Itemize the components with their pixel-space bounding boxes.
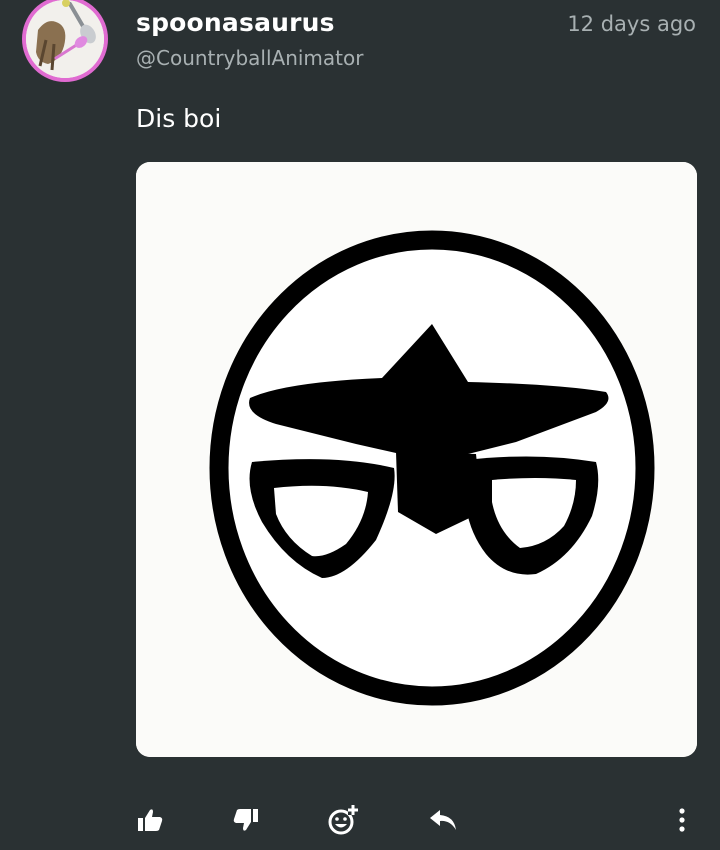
countryball-drawing-icon (136, 162, 697, 757)
user-handle[interactable]: @CountryballAnimator (136, 46, 363, 70)
action-bar (0, 800, 720, 840)
thumbs-down-icon[interactable] (228, 800, 264, 840)
thumbs-up-icon[interactable] (132, 800, 168, 840)
spoon-dinosaur-avatar-icon (26, 0, 104, 78)
more-vertical-icon[interactable] (664, 800, 700, 840)
avatar[interactable] (22, 0, 108, 82)
add-reaction-icon[interactable] (325, 800, 361, 840)
post-image[interactable] (136, 162, 697, 757)
username[interactable]: spoonasaurus (136, 8, 335, 37)
post-text: Dis boi (136, 104, 222, 133)
post-timestamp: 12 days ago (567, 12, 696, 36)
reply-icon[interactable] (425, 800, 461, 840)
